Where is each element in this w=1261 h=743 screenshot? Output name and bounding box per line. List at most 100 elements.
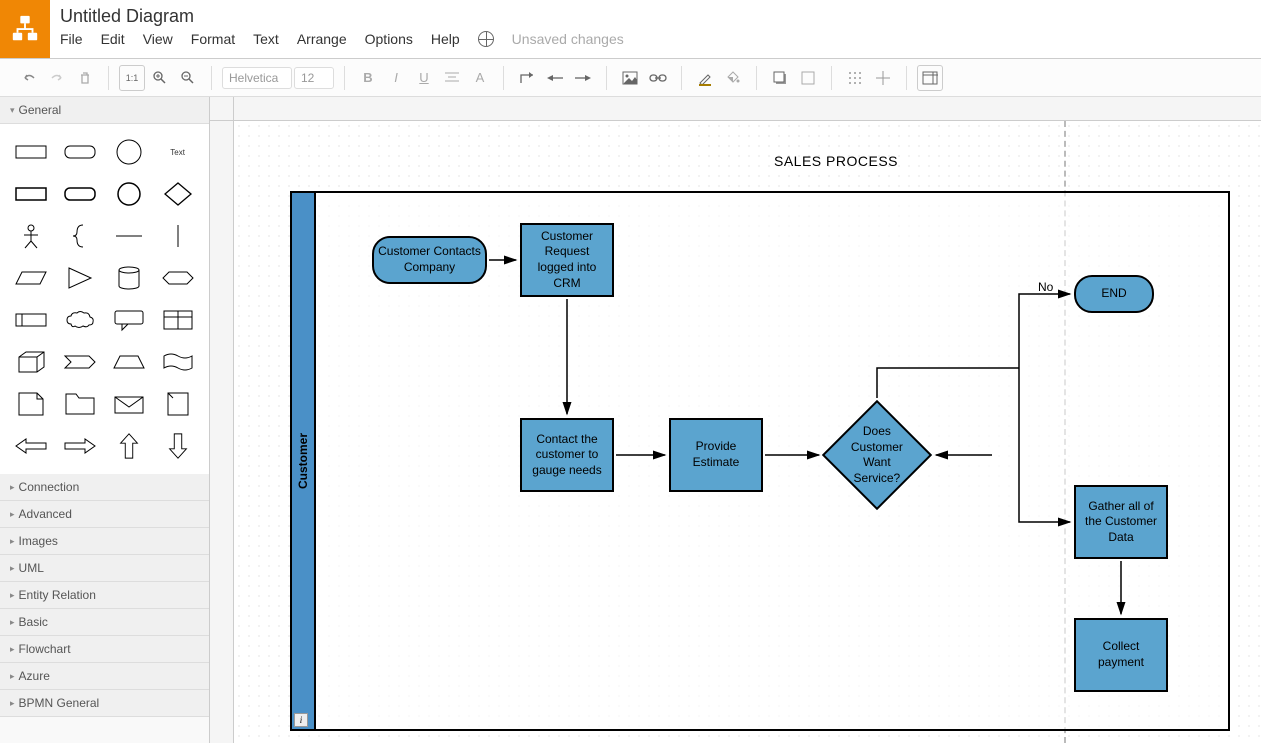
shape-curly[interactable] bbox=[59, 218, 102, 254]
shape-arrow-left[interactable] bbox=[10, 428, 53, 464]
panel-images[interactable]: Images bbox=[0, 528, 209, 555]
shape-note[interactable] bbox=[10, 386, 53, 422]
stroke-color-button[interactable] bbox=[692, 65, 718, 91]
panel-advanced[interactable]: Advanced bbox=[0, 501, 209, 528]
shape-diamond[interactable] bbox=[156, 176, 199, 212]
app-header: Untitled Diagram File Edit View Format T… bbox=[0, 0, 1261, 59]
node-start[interactable]: Customer Contacts Company bbox=[372, 236, 487, 284]
node-gather[interactable]: Gather all of the Customer Data bbox=[1074, 485, 1168, 559]
swimlane-pool[interactable]: Customer i Customer Contacts Company Cus… bbox=[290, 191, 1230, 731]
shape-hline[interactable] bbox=[108, 218, 151, 254]
menu-file[interactable]: File bbox=[60, 31, 83, 47]
shape-cloud[interactable] bbox=[59, 302, 102, 338]
diagram-title[interactable]: SALES PROCESS bbox=[774, 153, 898, 169]
zoom-reset-button[interactable]: 1:1 bbox=[119, 65, 145, 91]
grid-dots-button[interactable] bbox=[842, 65, 868, 91]
shape-tape[interactable] bbox=[156, 344, 199, 380]
globe-icon[interactable] bbox=[478, 31, 494, 47]
app-logo[interactable] bbox=[0, 0, 50, 58]
shape-actor[interactable] bbox=[10, 218, 53, 254]
arrow-left-button[interactable] bbox=[542, 65, 568, 91]
bold-button[interactable]: B bbox=[355, 65, 381, 91]
ruler-horizontal[interactable] bbox=[234, 97, 1261, 121]
shape-card[interactable] bbox=[10, 302, 53, 338]
shape-arrow-down[interactable] bbox=[156, 428, 199, 464]
panel-bpmn[interactable]: BPMN General bbox=[0, 690, 209, 717]
pool-info-icon[interactable]: i bbox=[294, 713, 308, 727]
ruler-corner bbox=[210, 97, 234, 121]
menu-options[interactable]: Options bbox=[365, 31, 413, 47]
shape-arrow-right[interactable] bbox=[59, 428, 102, 464]
shapes-sidebar: General Text bbox=[0, 97, 210, 743]
fill-color-button[interactable] bbox=[720, 65, 746, 91]
shape-rect[interactable] bbox=[10, 134, 53, 170]
image-button[interactable] bbox=[617, 65, 643, 91]
shape-callout[interactable] bbox=[108, 302, 151, 338]
panel-connection[interactable]: Connection bbox=[0, 474, 209, 501]
panel-basic[interactable]: Basic bbox=[0, 609, 209, 636]
menu-arrange[interactable]: Arrange bbox=[297, 31, 347, 47]
shape-envelope[interactable] bbox=[108, 386, 151, 422]
panel-uml[interactable]: UML bbox=[0, 555, 209, 582]
shape-trapezoid[interactable] bbox=[108, 344, 151, 380]
font-family-input[interactable] bbox=[222, 67, 292, 89]
panel-entity-relation[interactable]: Entity Relation bbox=[0, 582, 209, 609]
menu-help[interactable]: Help bbox=[431, 31, 460, 47]
node-decision[interactable]: Does Customer Want Service? bbox=[822, 400, 932, 510]
shape-cylinder[interactable] bbox=[108, 260, 151, 296]
shape-folder[interactable] bbox=[59, 386, 102, 422]
shape-table[interactable] bbox=[156, 302, 199, 338]
underline-button[interactable]: U bbox=[411, 65, 437, 91]
align-button[interactable] bbox=[439, 65, 465, 91]
delete-button[interactable] bbox=[72, 65, 98, 91]
shape-ellipse[interactable] bbox=[108, 134, 151, 170]
shape-arrow-up[interactable] bbox=[108, 428, 151, 464]
shape-parallelogram[interactable] bbox=[10, 260, 53, 296]
font-size-input[interactable] bbox=[294, 67, 334, 89]
shape-page[interactable] bbox=[156, 386, 199, 422]
menubar: File Edit View Format Text Arrange Optio… bbox=[60, 31, 1251, 47]
panel-azure[interactable]: Azure bbox=[0, 663, 209, 690]
pool-label[interactable]: Customer bbox=[292, 193, 316, 729]
shape-rounded-rect-2[interactable] bbox=[59, 176, 102, 212]
arrow-right-button[interactable] bbox=[570, 65, 596, 91]
undo-button[interactable] bbox=[16, 65, 42, 91]
guides-button[interactable] bbox=[870, 65, 896, 91]
zoom-out-button[interactable] bbox=[175, 65, 201, 91]
redo-button[interactable] bbox=[44, 65, 70, 91]
shape-cube[interactable] bbox=[10, 344, 53, 380]
shape-circle-2[interactable] bbox=[108, 176, 151, 212]
document-title[interactable]: Untitled Diagram bbox=[60, 6, 1251, 27]
drawio-logo-icon bbox=[10, 14, 40, 44]
connection-waypoint-button[interactable] bbox=[514, 65, 540, 91]
link-button[interactable] bbox=[645, 65, 671, 91]
node-collect[interactable]: Collect payment bbox=[1074, 618, 1168, 692]
ruler-vertical[interactable] bbox=[210, 121, 234, 743]
menu-format[interactable]: Format bbox=[191, 31, 235, 47]
shape-vline[interactable] bbox=[156, 218, 199, 254]
svg-text:No: No bbox=[1038, 280, 1054, 294]
node-estimate[interactable]: Provide Estimate bbox=[669, 418, 763, 492]
shapes-grid: Text bbox=[0, 124, 209, 474]
shape-triangle[interactable] bbox=[59, 260, 102, 296]
outline-button[interactable] bbox=[795, 65, 821, 91]
menu-edit[interactable]: Edit bbox=[101, 31, 125, 47]
shape-hexagon[interactable] bbox=[156, 260, 199, 296]
shape-step[interactable] bbox=[59, 344, 102, 380]
font-color-button[interactable]: A bbox=[467, 65, 493, 91]
shape-text[interactable]: Text bbox=[156, 134, 199, 170]
panel-general[interactable]: General bbox=[0, 97, 209, 124]
node-contact[interactable]: Contact the customer to gauge needs bbox=[520, 418, 614, 492]
node-log-crm[interactable]: Customer Request logged into CRM bbox=[520, 223, 614, 297]
panel-flowchart[interactable]: Flowchart bbox=[0, 636, 209, 663]
shape-rounded-rect[interactable] bbox=[59, 134, 102, 170]
menu-text[interactable]: Text bbox=[253, 31, 279, 47]
format-panel-toggle[interactable] bbox=[917, 65, 943, 91]
zoom-in-button[interactable] bbox=[147, 65, 173, 91]
canvas[interactable]: SALES PROCESS Customer i Customer Contac… bbox=[234, 121, 1261, 743]
menu-view[interactable]: View bbox=[143, 31, 173, 47]
italic-button[interactable]: I bbox=[383, 65, 409, 91]
shape-rect-2[interactable] bbox=[10, 176, 53, 212]
shadow-button[interactable] bbox=[767, 65, 793, 91]
node-end[interactable]: END bbox=[1074, 275, 1154, 313]
